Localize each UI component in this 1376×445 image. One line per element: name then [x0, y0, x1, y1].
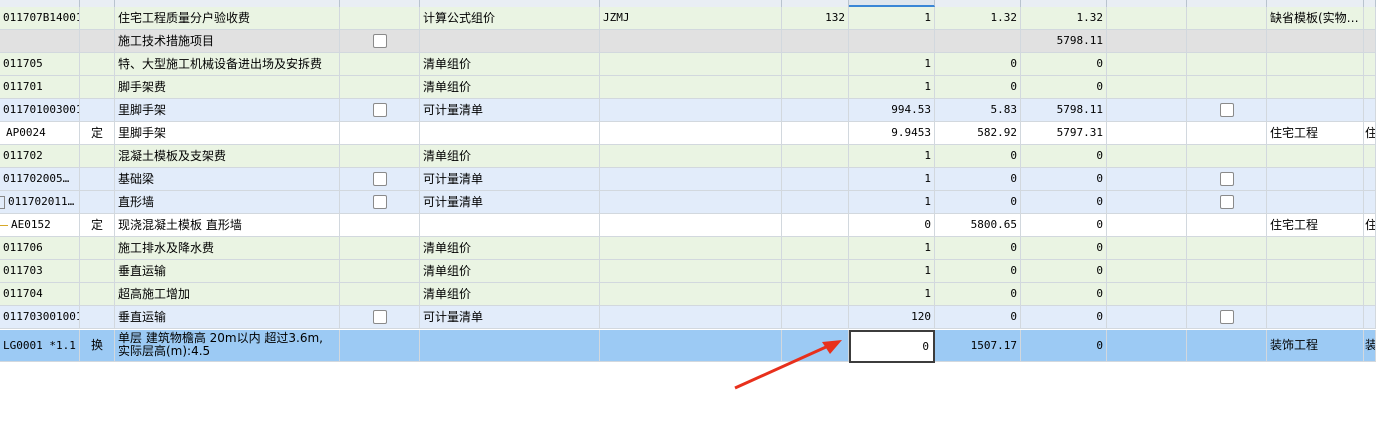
annotation-arrow: [734, 340, 842, 390]
